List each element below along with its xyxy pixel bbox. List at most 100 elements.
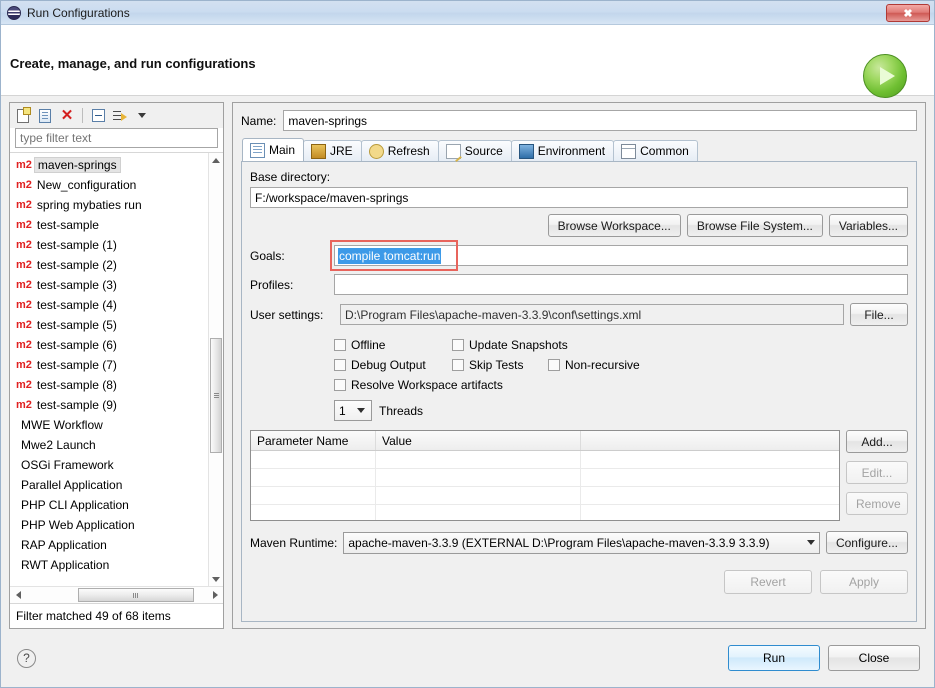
list-item[interactable]: m2 test-sample [10,215,209,235]
window-close-button[interactable]: ✖ [886,4,930,22]
list-item-label: Mwe2 Launch [21,438,96,452]
update-snapshots-checkbox[interactable]: Update Snapshots [452,338,568,352]
table-row[interactable] [251,451,839,469]
duplicate-configuration-icon[interactable] [36,107,54,125]
horizontal-scroll-thumb[interactable] [78,588,194,602]
table-cell [581,451,839,468]
configure-maven-runtime-button[interactable]: Configure... [825,531,908,554]
list-item[interactable]: m2 test-sample (7) [10,355,209,375]
tab-refresh[interactable]: Refresh [360,140,439,161]
variables-button[interactable]: Variables... [828,214,908,237]
threads-label: Threads [379,403,424,418]
list-item[interactable]: m2 test-sample (6) [10,335,209,355]
scroll-up-arrow-icon[interactable] [209,153,223,168]
checkbox-row-3: Resolve Workspace artifacts [334,375,908,395]
run-play-icon [863,54,907,98]
list-item[interactable]: RAP Application [10,535,209,555]
list-item[interactable]: MWE Workflow [10,415,209,435]
configurations-list[interactable]: m2 maven-springs m2 New_configuration m2 spri… [10,153,209,587]
list-item[interactable]: RWT Application [10,555,209,575]
list-item[interactable]: PHP Web Application [10,515,209,535]
column-header-value[interactable]: Value [376,431,581,450]
help-icon[interactable]: ? [17,648,36,668]
debug-output-checkbox[interactable]: Debug Output [334,358,452,372]
revert-button: Revert [724,570,812,594]
tab-jre[interactable]: JRE [303,140,362,161]
collapse-all-icon[interactable] [89,107,107,125]
chevron-down-icon [357,408,365,413]
list-item[interactable]: m2 test-sample (9) [10,395,209,415]
user-settings-input[interactable] [340,304,844,325]
filter-input[interactable] [15,128,218,148]
column-header-parameter-name[interactable]: Parameter Name [251,431,376,450]
new-configuration-icon[interactable] [14,106,32,125]
tab-main[interactable]: Main [242,138,305,161]
goals-input[interactable]: compile tomcat:run [334,245,908,266]
vertical-scroll-thumb[interactable] [210,338,222,453]
scroll-right-arrow-icon[interactable] [207,588,223,603]
list-item[interactable]: m2 test-sample (8) [10,375,209,395]
list-vertical-scrollbar[interactable] [208,153,223,587]
list-item[interactable]: OSGi Framework [10,455,209,475]
browse-file-system-button[interactable]: Browse File System... [686,214,823,237]
list-item-label: test-sample (6) [36,338,117,352]
list-item[interactable]: m2 test-sample (5) [10,315,209,335]
chevron-down-icon [806,540,815,545]
main-tab-icon [250,142,265,158]
browse-workspace-button[interactable]: Browse Workspace... [547,214,681,237]
maven-runtime-combo[interactable]: apache-maven-3.3.9 (EXTERNAL D:\Program … [343,531,820,554]
parameters-table[interactable]: Parameter Name Value [250,430,840,521]
list-item[interactable]: Mwe2 Launch [10,435,209,455]
tab-label: Source [464,144,503,158]
tab-common[interactable]: Common [613,140,698,161]
table-cell [581,487,839,504]
base-directory-input[interactable] [250,187,908,208]
eclipse-run-icon [7,5,21,20]
list-item[interactable]: m2 maven-springs [10,155,209,175]
scroll-left-arrow-icon[interactable] [10,588,26,603]
close-button[interactable]: Close [828,645,920,671]
non-recursive-checkbox[interactable]: Non-recursive [548,358,640,372]
maven-config-badge-icon: m2 [16,279,32,291]
threads-spinner[interactable]: 1 [334,400,372,421]
resolve-workspace-artifacts-checkbox[interactable]: Resolve Workspace artifacts [334,378,503,392]
table-row[interactable] [251,487,839,505]
list-item-label: RAP Application [21,538,107,552]
list-item[interactable]: PHP CLI Application [10,495,209,515]
skip-tests-checkbox[interactable]: Skip Tests [452,358,548,372]
dialog-footer: ? Run Close [1,629,934,687]
filter-icon[interactable] [111,107,129,125]
table-row[interactable] [251,469,839,487]
run-button[interactable]: Run [728,645,820,671]
offline-checkbox[interactable]: Offline [334,338,452,352]
filter-status-text: Filter matched 49 of 68 items [10,603,223,628]
tab-source[interactable]: Source [437,140,512,161]
scroll-down-arrow-icon[interactable] [209,572,223,587]
table-row[interactable] [251,505,839,520]
configurations-list-wrapper: m2 maven-springs m2 New_configuration m2 spri… [10,152,223,603]
debug-output-checkbox-label: Debug Output [351,358,426,372]
list-item[interactable]: Parallel Application [10,475,209,495]
list-item-label: test-sample (7) [36,358,117,372]
list-item[interactable]: m2 spring mybaties run [10,195,209,215]
list-item[interactable]: m2 test-sample (1) [10,235,209,255]
tab-environment[interactable]: Environment [510,140,615,161]
list-item[interactable]: m2 test-sample (4) [10,295,209,315]
list-item[interactable]: m2 New_configuration [10,175,209,195]
profiles-input[interactable] [334,274,908,295]
add-parameter-button[interactable]: Add... [846,430,908,453]
delete-configuration-icon[interactable]: ✕ [58,107,76,125]
list-item[interactable]: m2 test-sample (2) [10,255,209,275]
user-settings-file-button[interactable]: File... [850,303,908,326]
maven-config-badge-icon: m2 [16,159,32,171]
list-item-label: New_configuration [36,178,137,192]
horizontal-scroll-track[interactable] [26,588,207,602]
list-item[interactable]: m2 test-sample (3) [10,275,209,295]
list-horizontal-scrollbar[interactable] [10,586,223,603]
view-menu-caret-icon[interactable] [133,107,151,125]
configuration-name-input[interactable] [283,110,917,131]
threads-row: 1 Threads [334,400,908,421]
parameters-table-header: Parameter Name Value [251,431,839,451]
column-header-extra[interactable] [581,431,839,450]
resolve-workspace-artifacts-checkbox-label: Resolve Workspace artifacts [351,378,503,392]
